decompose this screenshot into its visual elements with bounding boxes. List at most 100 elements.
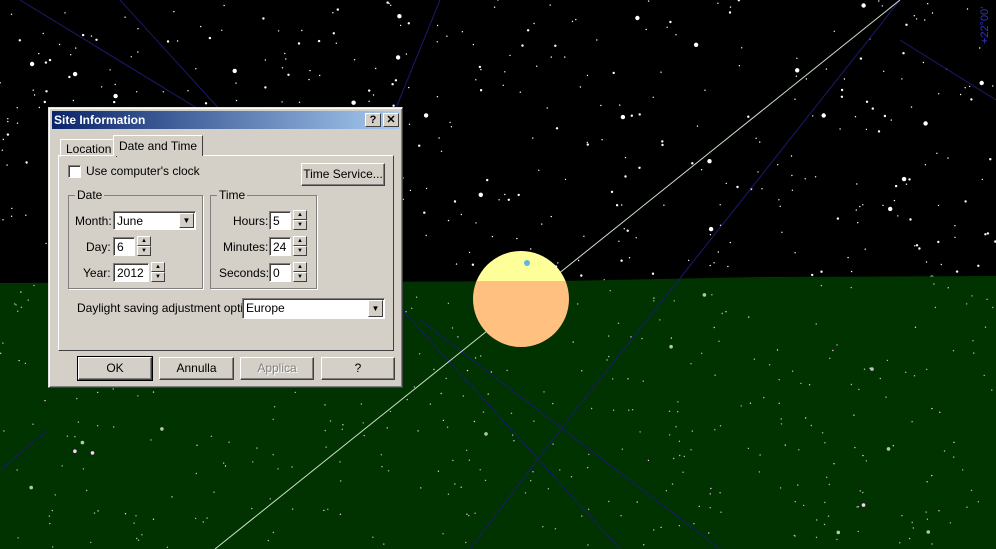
- star: [38, 106, 40, 109]
- star: [70, 54, 72, 56]
- star: [90, 451, 95, 455]
- seconds-spinner[interactable]: ▲ ▼: [293, 262, 307, 282]
- star: [541, 223, 543, 225]
- year-spinner[interactable]: ▲ ▼: [151, 262, 165, 282]
- star: [620, 515, 622, 517]
- star: [635, 15, 640, 21]
- spin-up-icon[interactable]: ▲: [151, 262, 165, 272]
- star: [645, 28, 647, 31]
- star: [862, 204, 864, 206]
- day-spinner[interactable]: ▲ ▼: [137, 236, 151, 256]
- star: [612, 409, 615, 411]
- star: [839, 128, 841, 130]
- star: [600, 104, 602, 107]
- star: [517, 193, 520, 197]
- apply-button[interactable]: Applica: [240, 357, 314, 380]
- star: [10, 215, 13, 217]
- star: [408, 123, 411, 126]
- help-title-button[interactable]: ?: [365, 113, 381, 127]
- hours-spinner[interactable]: ▲ ▼: [293, 210, 307, 230]
- dst-select[interactable]: Europe ▼: [242, 298, 385, 319]
- star: [554, 44, 557, 47]
- day-input[interactable]: 6: [113, 237, 135, 256]
- star: [272, 418, 274, 420]
- star: [409, 189, 412, 192]
- spin-up-icon[interactable]: ▲: [293, 236, 307, 246]
- star: [171, 496, 173, 498]
- star: [440, 150, 443, 152]
- star: [791, 370, 794, 372]
- star: [922, 61, 925, 64]
- star: [14, 303, 16, 305]
- sun[interactable]: [473, 251, 569, 347]
- chevron-down-icon[interactable]: ▼: [368, 300, 383, 317]
- spin-up-icon[interactable]: ▲: [137, 236, 151, 246]
- dialog-titlebar[interactable]: Site Information ? ✕: [52, 111, 399, 129]
- minutes-input[interactable]: 24: [269, 237, 291, 256]
- spin-down-icon[interactable]: ▼: [137, 246, 151, 256]
- star: [669, 344, 673, 349]
- star: [436, 24, 439, 27]
- star: [777, 164, 779, 166]
- spin-up-icon[interactable]: ▲: [293, 262, 307, 272]
- star: [291, 466, 293, 468]
- cancel-button[interactable]: Annulla: [159, 357, 234, 380]
- chevron-down-icon[interactable]: ▼: [179, 213, 194, 228]
- ok-button[interactable]: OK: [77, 356, 153, 381]
- star: [971, 295, 973, 297]
- spin-up-icon[interactable]: ▲: [293, 210, 307, 220]
- star: [453, 200, 457, 203]
- year-input[interactable]: 2012: [113, 263, 149, 282]
- star: [955, 270, 959, 273]
- star: [986, 298, 988, 300]
- star: [447, 493, 450, 495]
- use-computer-clock-checkbox[interactable]: [68, 165, 81, 178]
- hours-input[interactable]: 5: [269, 211, 291, 230]
- star: [671, 483, 674, 485]
- star: [206, 517, 208, 519]
- star: [624, 175, 627, 178]
- star: [555, 127, 559, 130]
- star: [608, 500, 610, 503]
- star: [480, 355, 482, 357]
- star: [901, 515, 903, 517]
- star: [301, 29, 303, 32]
- star: [914, 326, 917, 328]
- star: [498, 199, 500, 201]
- tab-date-and-time[interactable]: Date and Time: [113, 135, 204, 156]
- month-select[interactable]: June ▼: [113, 211, 196, 230]
- star: [704, 89, 706, 91]
- star: [798, 449, 800, 451]
- star: [407, 22, 410, 25]
- star: [861, 503, 866, 507]
- spin-down-icon[interactable]: ▼: [293, 272, 307, 282]
- star: [460, 213, 462, 216]
- star: [795, 75, 798, 77]
- star: [708, 226, 714, 232]
- star: [779, 487, 782, 489]
- year-label: Year:: [83, 266, 111, 280]
- star: [843, 78, 846, 80]
- star: [447, 219, 450, 222]
- seconds-input[interactable]: 0: [269, 263, 291, 282]
- close-icon[interactable]: ✕: [383, 113, 399, 127]
- star: [447, 302, 450, 304]
- star: [336, 8, 339, 11]
- star: [442, 419, 445, 422]
- star: [741, 47, 743, 49]
- star: [984, 326, 987, 328]
- star: [581, 370, 583, 372]
- time-service-button[interactable]: Time Service...: [301, 163, 385, 186]
- spin-down-icon[interactable]: ▼: [293, 246, 307, 256]
- spin-down-icon[interactable]: ▼: [293, 220, 307, 230]
- star: [325, 446, 327, 448]
- spin-down-icon[interactable]: ▼: [151, 272, 165, 282]
- star: [937, 204, 940, 207]
- star: [287, 73, 290, 77]
- star: [877, 130, 881, 133]
- minutes-spinner[interactable]: ▲ ▼: [293, 236, 307, 256]
- star: [491, 235, 494, 238]
- help-button[interactable]: ?: [321, 357, 395, 380]
- star: [653, 297, 655, 299]
- star: [251, 507, 253, 510]
